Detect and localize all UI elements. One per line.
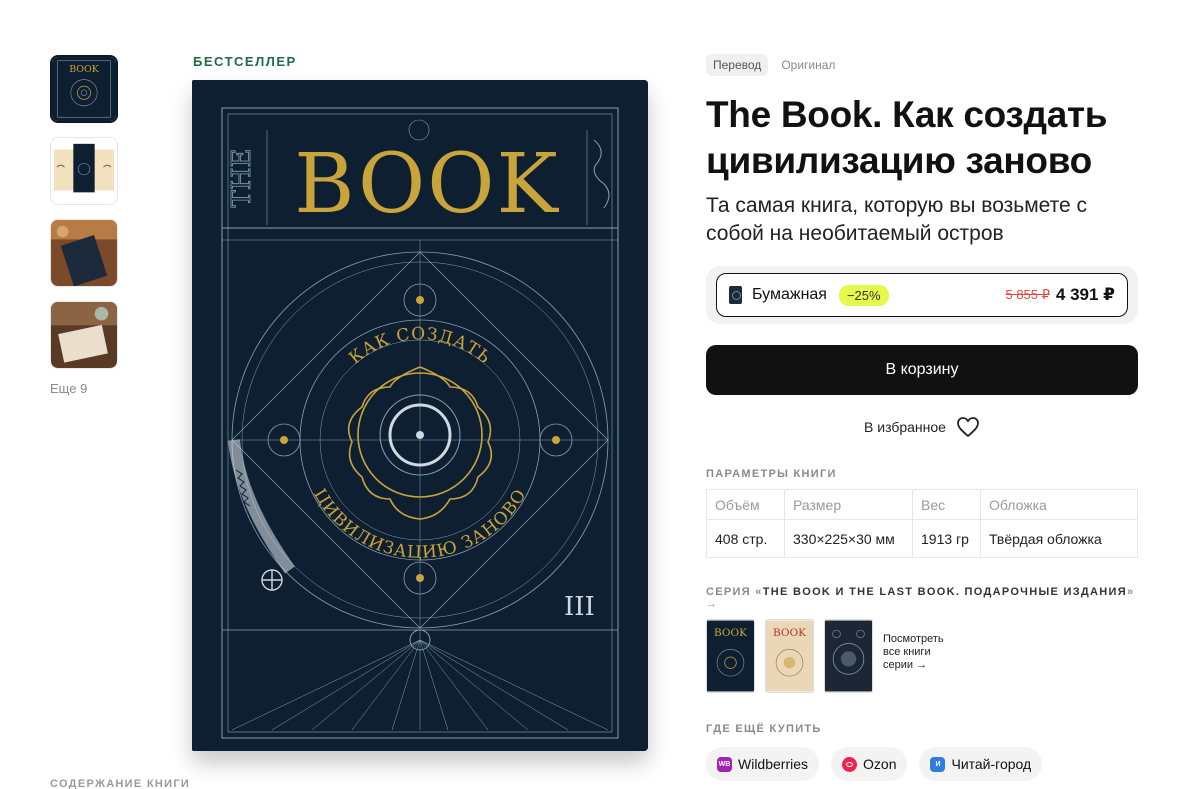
add-to-favorites[interactable]: В избранное <box>706 416 1138 438</box>
series-name: THE BOOK И THE LAST BOOK. ПОДАРОЧНЫЕ ИЗД… <box>762 586 1127 598</box>
book-cover-art: THE BOOK КАК СОЗДАТЬ ЦИВИЛИЗАЦИЮ ЗАНОВО … <box>192 80 648 751</box>
language-toggle: Перевод Оригинал <box>706 54 1138 76</box>
series-prefix: СЕРИЯ « <box>706 586 763 598</box>
favorites-label: В избранное <box>864 419 946 435</box>
param-value-pages: 408 стр. <box>706 519 785 558</box>
where-to-buy-heading: ГДЕ ЕЩЁ КУПИТЬ <box>706 723 822 735</box>
product-info: Перевод Оригинал The Book. Как создать ц… <box>706 54 1138 781</box>
book-icon <box>729 286 742 304</box>
param-header: Объём <box>706 489 785 520</box>
series-link[interactable]: СЕРИЯ «THE BOOK И THE LAST BOOK. ПОДАРОЧ… <box>706 586 1138 610</box>
params-header-row: Объём Размер Вес Обложка <box>706 489 1138 520</box>
params-heading: ПАРАМЕТРЫ КНИГИ <box>706 468 837 480</box>
bestseller-badge: БЕСТСЕЛЛЕР <box>193 54 297 69</box>
old-price: 5 855 ₽ <box>1005 287 1050 302</box>
thumbnail-photo-2[interactable] <box>50 301 118 369</box>
param-header: Обложка <box>980 489 1138 520</box>
param-header: Размер <box>784 489 913 520</box>
store-wildberries[interactable]: WB Wildberries <box>706 747 820 781</box>
param-header: Вес <box>912 489 981 520</box>
store-ozon[interactable]: Ozon <box>831 747 908 781</box>
svg-text:III: III <box>564 592 595 622</box>
contents-heading: СОДЕРЖАНИЕ КНИГИ <box>50 778 191 789</box>
add-to-cart-button[interactable]: В корзину <box>706 345 1138 395</box>
store-name: Читай-город <box>951 756 1032 772</box>
store-name: Ozon <box>863 756 897 772</box>
product-subtitle: Та самая книга, которую вы возьмете с со… <box>706 194 1088 245</box>
wildberries-logo-icon: WB <box>717 756 732 772</box>
series-book-3-cover <box>825 620 872 692</box>
series-book-2[interactable]: BOOK <box>765 619 814 693</box>
series-book-1[interactable]: BOOK <box>706 619 755 693</box>
thumbnail-spread-image <box>51 138 117 204</box>
param-value-cover: Твёрдая обложка <box>980 519 1138 558</box>
cover-book-text: BOOK <box>294 137 560 232</box>
see-all-series-link[interactable]: Посмотреть все книги серии → <box>883 633 953 672</box>
thumbnail-gallery: BOOK Еще 9 <box>50 55 120 396</box>
thumbnail-photo-2-image <box>51 302 117 368</box>
book-cover[interactable]: THE BOOK КАК СОЗДАТЬ ЦИВИЛИЗАЦИЮ ЗАНОВО … <box>192 80 648 751</box>
toggle-original[interactable]: Оригинал <box>774 54 842 76</box>
thumbnail-photo-1[interactable] <box>50 219 118 287</box>
series-books: BOOK BOOK Посмотреть все книги серии → <box>706 619 1138 693</box>
current-price: 4 391 ₽ <box>1055 285 1115 304</box>
svg-text:BOOK: BOOK <box>714 627 748 639</box>
cover-the-text: THE <box>227 149 257 208</box>
store-list: WB Wildberries Ozon И Читай-город <box>706 747 1138 781</box>
svg-text:BOOK: BOOK <box>69 64 100 75</box>
format-label: Бумажная <box>752 286 827 303</box>
ozon-logo-icon <box>842 756 858 772</box>
store-name: Wildberries <box>738 756 809 772</box>
product-title: The Book. Как создать цивилизацию заново <box>706 94 1108 181</box>
discount-badge: −25% <box>838 284 889 306</box>
params-table: Объём Размер Вес Обложка 408 стр. 330×22… <box>706 489 1138 558</box>
param-value-size: 330×225×30 мм <box>784 519 913 558</box>
series-book-2-cover: BOOK <box>766 620 813 692</box>
param-value-weight: 1913 гр <box>912 519 981 558</box>
toggle-translation[interactable]: Перевод <box>706 54 769 76</box>
series-book-3[interactable] <box>824 619 873 693</box>
svg-text:BOOK: BOOK <box>773 627 807 639</box>
format-selector: Бумажная −25% 5 855 ₽ 4 391 ₽ <box>706 266 1138 324</box>
series-book-1-cover: BOOK <box>707 620 754 692</box>
thumbnail-cover-image: BOOK <box>52 57 116 121</box>
more-images-link[interactable]: Еще 9 <box>50 381 120 396</box>
thumbnail-spread[interactable] <box>50 137 118 205</box>
heart-icon <box>957 417 979 438</box>
thumbnail-cover[interactable]: BOOK <box>50 55 118 123</box>
thumbnail-photo-1-image <box>51 220 117 286</box>
chitai-gorod-logo-icon: И <box>930 756 946 772</box>
format-option-paper[interactable]: Бумажная −25% 5 855 ₽ 4 391 ₽ <box>716 273 1128 317</box>
store-chitai-gorod[interactable]: И Читай-город <box>919 747 1043 781</box>
params-value-row: 408 стр. 330×225×30 мм 1913 гр Твёрдая о… <box>706 519 1138 558</box>
